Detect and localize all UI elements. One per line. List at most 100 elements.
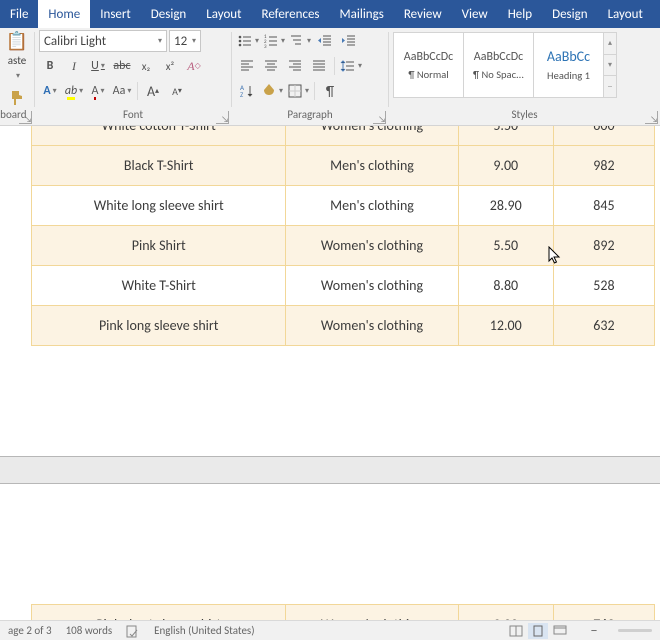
change-case-button[interactable]: Aa [111,80,133,102]
table-cell[interactable]: Pink short sleeve shirt [32,605,286,621]
paste-icon[interactable]: 📋 [6,30,28,52]
group-label-paragraph[interactable]: Paragraph [232,108,388,124]
bullets-button[interactable] [236,30,260,52]
tab-layout[interactable]: Layout [196,0,251,28]
show-hide-button[interactable]: ¶ [319,80,341,102]
table-cell[interactable]: Pink Shirt [32,226,286,266]
tab-tell-me[interactable]: 💡T [653,0,660,28]
table-row[interactable]: White long sleeve shirtMen's clothing28.… [32,186,655,226]
table-cell[interactable]: White T-Shirt [32,266,286,306]
line-spacing-button[interactable] [339,55,363,77]
table-cell[interactable]: 845 [553,186,654,226]
tab-review[interactable]: Review [394,0,452,28]
text-effects-button[interactable]: A [39,80,61,102]
tab-references[interactable]: References [252,0,330,28]
document-table-1[interactable]: White cotton T-ShirtWomen's clothing5.50… [31,126,655,346]
gallery-up-button[interactable]: ▴ [604,33,616,55]
format-painter-button[interactable] [6,87,28,109]
table-cell[interactable]: White long sleeve shirt [32,186,286,226]
table-cell[interactable]: 5.50 [458,226,553,266]
table-cell[interactable]: 632 [553,306,654,346]
table-cell[interactable]: Women's clothing [286,605,458,621]
superscript-button[interactable]: x² [159,55,181,77]
justify-button[interactable] [308,55,330,77]
table-cell[interactable]: Women's clothing [286,266,458,306]
table-cell[interactable]: Black T-Shirt [32,146,286,186]
document-area[interactable]: White cotton T-ShirtWomen's clothing5.50… [0,126,660,620]
group-label-styles[interactable]: Styles [389,108,660,124]
table-cell[interactable]: Men's clothing [286,146,458,186]
table-cell[interactable]: 528 [553,266,654,306]
style-normal[interactable]: AaBbCcDc ¶ Normal [393,32,463,98]
table-cell[interactable]: 762 [553,605,654,621]
status-page[interactable]: age 2 of 3 [8,624,52,637]
sort-button[interactable]: AZ [236,80,258,102]
multilevel-button[interactable] [288,30,312,52]
numbering-button[interactable]: 123 [262,30,286,52]
document-table-2[interactable]: Pink short sleeve shirtWomen's clothing9… [31,604,655,620]
table-cell[interactable]: 28.90 [458,186,553,226]
shrink-font-button[interactable]: A▾ [166,80,188,102]
view-print-button[interactable] [528,623,548,639]
status-proofing-icon[interactable] [126,624,140,638]
font-name-combo[interactable]: Calibri Light▾ [39,30,167,52]
table-cell[interactable]: Women's clothing [286,226,458,266]
table-cell[interactable]: Pink long sleeve shirt [32,306,286,346]
shading-button[interactable] [260,80,284,102]
table-row[interactable]: Pink short sleeve shirtWomen's clothing9… [32,605,655,621]
bold-button[interactable]: B [39,55,61,77]
font-size-combo[interactable]: 12▾ [169,30,201,52]
table-cell[interactable]: 12.00 [458,306,553,346]
table-cell[interactable]: Men's clothing [286,186,458,226]
gallery-more-button[interactable]: ⎯ [604,76,616,97]
align-center-button[interactable] [260,55,282,77]
table-cell[interactable]: Women's clothing [286,126,458,146]
tab-table-design[interactable]: Design [542,0,597,28]
zoom-slider[interactable] [618,629,652,632]
gallery-down-button[interactable]: ▾ [604,55,616,77]
table-cell[interactable]: 9.00 [458,146,553,186]
align-right-button[interactable] [284,55,306,77]
group-label-font[interactable]: Font [35,108,231,124]
tab-file[interactable]: File [0,0,38,28]
tab-insert[interactable]: Insert [90,0,141,28]
tab-home[interactable]: Home [38,0,90,28]
tab-help[interactable]: Help [498,0,542,28]
table-row[interactable]: White cotton T-ShirtWomen's clothing5.50… [32,126,655,146]
grow-font-button[interactable]: A▴ [142,80,164,102]
zoom-out-button[interactable]: − [584,623,604,639]
tab-view[interactable]: View [452,0,498,28]
font-color-button[interactable]: A [87,80,109,102]
style-heading1[interactable]: AaBbCc Heading 1 [533,32,603,98]
style-no-spacing[interactable]: AaBbCcDc ¶ No Spac... [463,32,533,98]
clear-formatting-button[interactable]: A◇ [183,55,205,77]
borders-button[interactable] [286,80,310,102]
underline-button[interactable]: U [87,55,109,77]
view-read-button[interactable] [506,623,526,639]
table-row[interactable]: Pink ShirtWomen's clothing5.50892 [32,226,655,266]
highlight-button[interactable]: ab [63,80,85,102]
paste-dropdown[interactable] [10,69,24,83]
decrease-indent-button[interactable] [314,30,336,52]
increase-indent-button[interactable] [338,30,360,52]
table-row[interactable]: Pink long sleeve shirtWomen's clothing12… [32,306,655,346]
table-row[interactable]: Black T-ShirtMen's clothing9.00982 [32,146,655,186]
table-row[interactable]: White T-ShirtWomen's clothing8.80528 [32,266,655,306]
table-cell[interactable]: 600 [553,126,654,146]
table-cell[interactable]: 892 [553,226,654,266]
status-words[interactable]: 108 words [66,624,113,637]
table-cell[interactable]: 8.80 [458,266,553,306]
strikethrough-button[interactable]: abc [111,55,133,77]
align-left-button[interactable] [236,55,258,77]
table-cell[interactable]: White cotton T-Shirt [32,126,286,146]
status-language[interactable]: English (United States) [154,624,254,637]
tab-design[interactable]: Design [141,0,196,28]
italic-button[interactable]: I [63,55,85,77]
table-cell[interactable]: 982 [553,146,654,186]
table-cell[interactable]: Women's clothing [286,306,458,346]
tab-mailings[interactable]: Mailings [330,0,394,28]
group-label-clipboard[interactable]: Clipboard [0,108,34,124]
table-cell[interactable]: 9.00 [458,605,553,621]
subscript-button[interactable]: x₂ [135,55,157,77]
view-web-button[interactable] [550,623,570,639]
